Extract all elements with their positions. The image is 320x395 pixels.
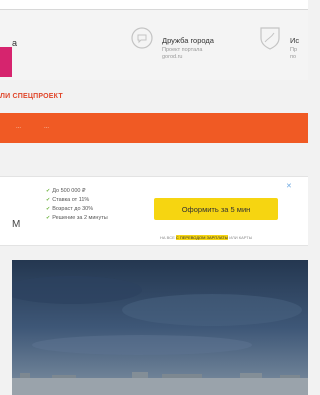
apply-button[interactable]: Оформить за 5 мин — [154, 198, 278, 220]
ad-bullet: Возраст до 30% — [46, 205, 108, 214]
special-project-label[interactable]: ЛИ СПЕЦПРОЕКТ — [0, 93, 63, 100]
ad-brand-fragment: М — [12, 219, 21, 230]
nav-item[interactable]: ... — [44, 124, 49, 130]
ad-close-icon[interactable]: ✕ — [286, 182, 292, 190]
nav-item[interactable]: ... — [16, 124, 21, 130]
pink-tab[interactable] — [0, 47, 12, 77]
friend-card-title: Ис — [290, 36, 300, 45]
news-photo[interactable] — [12, 260, 308, 395]
friend-card-subtitle: Пр по — [290, 47, 298, 60]
friend-card-subtitle: Проект портала gorod.ru — [162, 47, 203, 60]
heraldic-shield-icon — [260, 27, 280, 50]
friend-card-title: Дружба города — [162, 36, 214, 45]
advertisement-banner[interactable]: М До 500 000 ₽ Ставка от 11% Возраст до … — [0, 176, 308, 246]
ad-bullet: Решение за 2 минуты — [46, 214, 107, 223]
ad-fine-print: НА ВСЕ С ПЕРЕВОДОМ ЗАРПЛАТЫ ИЛИ КАРТЫ — [160, 235, 253, 240]
friend-cities-block: а Дружба города Проект портала gorod.ru И… — [0, 10, 308, 80]
ad-bullet: Ставка от 11% — [46, 196, 108, 205]
ad-bullet: До 500 000 ₽ — [46, 187, 108, 196]
friend-card-1[interactable]: Дружба города Проект портала gorod.ru — [130, 26, 250, 76]
chat-icon — [131, 27, 153, 49]
left-label: а — [12, 38, 18, 48]
spacer — [0, 143, 308, 176]
top-bar — [0, 0, 308, 10]
ad-bullet-list: До 500 000 ₽ Ставка от 11% Возраст до 30… — [46, 187, 108, 223]
friend-card-2[interactable]: Ис Пр по — [258, 26, 318, 76]
orange-nav-bar: ... ... — [0, 113, 308, 143]
spacer — [0, 246, 308, 260]
